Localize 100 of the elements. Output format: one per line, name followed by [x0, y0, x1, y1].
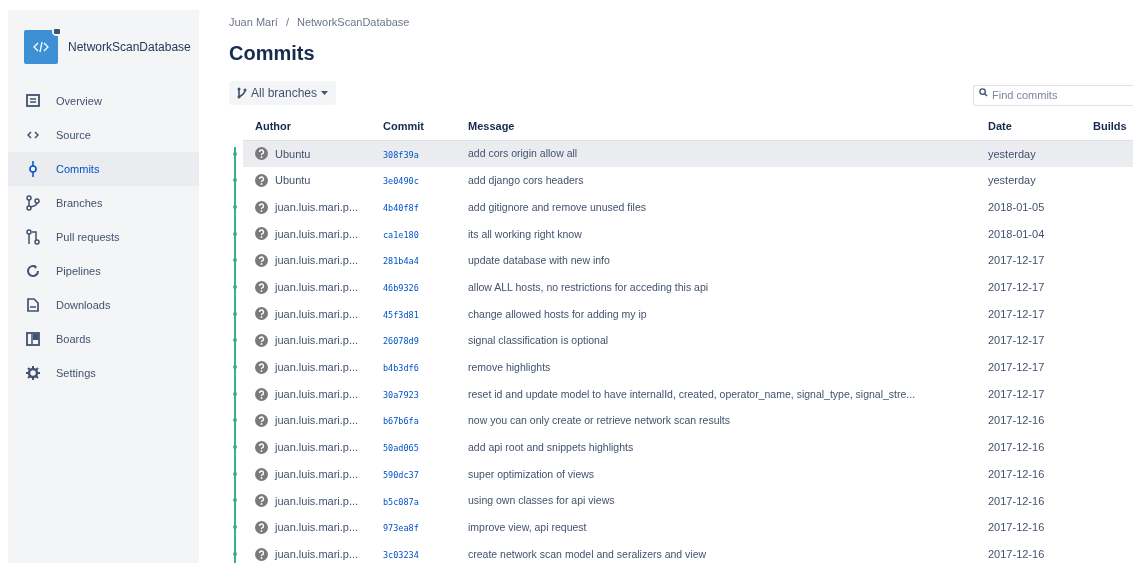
commit-message: improve view, api request — [468, 521, 587, 534]
author-name: juan.luis.mari.p... — [275, 360, 359, 376]
author-name: juan.luis.mari.p... — [275, 466, 359, 482]
sidebar-item[interactable]: Commits — [8, 152, 199, 186]
unknown-user-icon — [255, 387, 268, 401]
commit-row[interactable]: juan.luis.mari.p... 26078d9 signal classification is optional 2017-12-17 — [243, 327, 1133, 354]
commit-row[interactable]: juan.luis.mari.p... 590dc37 super optimization of views 2017-12-16 — [243, 460, 1133, 488]
commit-row[interactable]: juan.luis.mari.p... ca1e180 its all working right know 2018-01-04 — [243, 220, 1133, 248]
commit-hash-link[interactable]: ca1e180 — [383, 229, 419, 240]
commit-icon — [29, 161, 37, 177]
breadcrumb-link[interactable]: Juan Marí — [229, 14, 278, 31]
column-header: Builds — [1093, 119, 1127, 132]
sidebar-item[interactable]: Settings — [8, 356, 199, 390]
commit-row[interactable]: juan.luis.mari.p... 973ea8f improve view, api request 2017-12-16 — [243, 514, 1133, 541]
commit-row[interactable]: juan.luis.mari.p... 3c03234 create network scan model and seralizers and view 2017-12-16 — [243, 540, 1133, 563]
commit-row[interactable]: juan.luis.mari.p... 281b4a4 update database with new info 2017-12-17 — [243, 247, 1133, 274]
commit-date: 2017-12-16 — [988, 547, 1045, 560]
commit-date: 2018-01-05 — [988, 200, 1045, 213]
sidebar-item[interactable]: Source — [8, 118, 199, 152]
pull-request-icon — [26, 229, 40, 245]
author-name: juan.luis.mari.p... — [275, 493, 359, 509]
commit-message: add api root and snippets highlights — [468, 441, 634, 454]
commit-hash-link[interactable]: 4b40f8f — [383, 202, 419, 213]
commit-message: its all working right know — [468, 227, 582, 240]
sidebar-item[interactable]: Pipelines — [8, 254, 199, 288]
search-field[interactable]: Find commits — [973, 84, 1133, 106]
commit-hash-link[interactable]: 30a7923 — [383, 389, 419, 400]
sidebar-item[interactable]: Boards — [8, 322, 199, 356]
commit-message: reset id and update model to have internalId, created, operator_name, signal_type, signal_stre... — [468, 387, 916, 400]
commit-row[interactable]: juan.luis.mari.p... b5c087a using own classes for api views 2017-12-16 — [243, 487, 1133, 515]
author-name: juan.luis.mari.p... — [275, 413, 359, 429]
sidebar-item[interactable]: Overview — [8, 84, 199, 118]
commit-row[interactable]: juan.luis.mari.p... b67b6fa now you can only create or retrieve network scan results 2017-12-16 — [243, 407, 1133, 435]
unknown-user-icon — [255, 280, 268, 294]
unknown-user-icon — [255, 360, 268, 374]
author-name: juan.luis.mari.p... — [275, 280, 359, 296]
breadcrumb-separator: / — [285, 15, 289, 30]
commit-message: add cors origin allow all — [468, 147, 578, 160]
unknown-user-icon — [255, 200, 268, 214]
document-icon — [26, 94, 40, 108]
commit-hash-link[interactable]: 50ad065 — [383, 443, 419, 454]
unknown-user-icon — [255, 174, 268, 188]
repo-logo-icon — [24, 30, 58, 64]
sidebar-item[interactable]: Pull requests — [8, 220, 199, 254]
author-name: juan.luis.mari.p... — [275, 226, 359, 242]
commit-row[interactable]: juan.luis.mari.p... b4b3df6 remove highlights 2017-12-17 — [243, 354, 1133, 381]
commit-hash-link[interactable]: 590dc37 — [383, 469, 419, 480]
unknown-user-icon — [255, 467, 268, 481]
sidebar-item[interactable]: Branches — [8, 186, 199, 220]
branch-filter-dropdown[interactable]: All branches — [229, 80, 337, 105]
unknown-user-icon — [255, 334, 268, 348]
author-name: juan.luis.mari.p... — [275, 386, 359, 402]
commit-date: yesterday — [988, 147, 1036, 160]
unknown-user-icon — [255, 227, 268, 241]
sidebar-item[interactable]: Downloads — [8, 288, 199, 322]
author-name: juan.luis.mari.p... — [275, 520, 359, 536]
commit-hash-link[interactable]: 26078d9 — [383, 336, 419, 347]
column-header: Date — [988, 119, 1012, 132]
commit-row[interactable]: juan.luis.mari.p... 50ad065 add api root and snippets highlights 2017-12-16 — [243, 434, 1133, 461]
author-name: juan.luis.mari.p... — [275, 333, 359, 349]
commit-row[interactable]: juan.luis.mari.p... 30a7923 reset id and update model to have internalId, created, operator_name, signal_type, signal_stre... 2017-12-17 — [243, 380, 1133, 408]
commit-date: 2017-12-16 — [988, 494, 1045, 507]
commit-hash-link[interactable]: 46b9326 — [383, 283, 419, 294]
page-title: Commits — [229, 40, 316, 66]
commit-hash-link[interactable]: 308f39a — [383, 149, 419, 160]
commit-row[interactable]: Ubuntu 308f39a add cors origin allow all yesterday — [243, 140, 1133, 168]
commit-date: 2017-12-16 — [988, 414, 1045, 427]
author-name: juan.luis.mari.p... — [275, 253, 359, 269]
column-header: Author — [255, 119, 292, 132]
commit-hash-link[interactable]: b5c087a — [383, 496, 419, 507]
commit-row[interactable]: juan.luis.mari.p... 45f3d81 change allowed hosts for adding my ip 2017-12-17 — [243, 300, 1133, 328]
author-name: Ubuntu — [275, 146, 311, 162]
commit-hash-link[interactable]: 45f3d81 — [383, 309, 419, 320]
commit-hash-link[interactable]: 281b4a4 — [383, 256, 419, 267]
commit-row[interactable]: juan.luis.mari.p... 46b9326 allow ALL hosts, no restrictions for acceding this api 2017-12-17 — [243, 273, 1133, 301]
refresh-icon — [26, 264, 40, 278]
commit-date: 2017-12-16 — [988, 521, 1045, 534]
commit-message: remove highlights — [468, 360, 551, 373]
breadcrumb-link[interactable]: NetworkScanDatabase — [297, 14, 410, 31]
file-icon — [27, 298, 39, 312]
commit-message: now you can only create or retrieve network scan results — [468, 414, 731, 427]
commit-hash-link[interactable]: b4b3df6 — [383, 363, 419, 374]
commit-hash-link[interactable]: 3e0490c — [383, 176, 419, 187]
branch-icon — [26, 195, 40, 211]
commit-hash-link[interactable]: b67b6fa — [383, 416, 419, 427]
repo-name[interactable]: NetworkScanDatabase — [68, 38, 191, 56]
commit-row[interactable]: Ubuntu 3e0490c add django cors headers yesterday — [243, 167, 1133, 194]
column-header: Commit — [383, 119, 424, 132]
commit-date: 2017-12-17 — [988, 254, 1045, 267]
unknown-user-icon — [255, 547, 268, 561]
board-icon — [26, 332, 40, 346]
code-icon — [27, 130, 39, 140]
commit-message: using own classes for api views — [468, 494, 615, 507]
commit-message: change allowed hosts for adding my ip — [468, 307, 647, 320]
commit-message: create network scan model and seralizers and view — [468, 547, 707, 560]
commit-hash-link[interactable]: 973ea8f — [383, 523, 419, 534]
commit-row[interactable]: juan.luis.mari.p... 4b40f8f add gitignore and remove unused files 2018-01-05 — [243, 193, 1133, 221]
commit-hash-link[interactable]: 3c03234 — [383, 549, 419, 560]
author-name: juan.luis.mari.p... — [275, 199, 359, 215]
commit-date: yesterday — [988, 174, 1036, 187]
